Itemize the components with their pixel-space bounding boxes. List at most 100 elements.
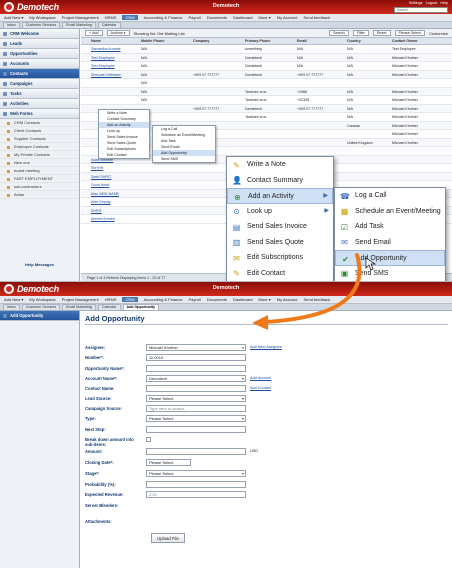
menu-dashboard[interactable]: Dashboard xyxy=(233,297,253,302)
col-owner[interactable]: Contact Owner xyxy=(390,38,440,44)
col-email[interactable]: Email xyxy=(295,38,345,44)
form-input[interactable]: 11 0010 xyxy=(146,354,246,361)
table-row[interactable]: Test Employee N/A Domintech N/A N/A Michael K… xyxy=(81,53,452,62)
menu-hrms[interactable]: HRMS xyxy=(105,15,117,20)
tab-email-marketing[interactable]: Email Marketing xyxy=(62,22,96,28)
menu-add-new[interactable]: Add New ▾ xyxy=(4,15,23,20)
menu-dashboard[interactable]: Dashboard xyxy=(233,15,253,20)
context-menu-item[interactable]: ☎ Log a Call xyxy=(335,188,445,204)
context-menu-item[interactable]: ▤ Send Sales Invoice xyxy=(227,219,333,235)
help-link[interactable]: Help xyxy=(440,1,448,5)
form-input[interactable]: Please Select xyxy=(146,459,191,466)
tab-add-opportunity[interactable]: Add Opportunity xyxy=(122,304,160,310)
col-company[interactable]: Company xyxy=(191,38,243,44)
menu-hrms[interactable]: HRMS xyxy=(105,297,117,302)
sidebar-add-opportunity[interactable]: Add Opportunity xyxy=(0,311,79,321)
table-cell[interactable]: Ahmed Ahmed xyxy=(89,215,139,223)
tab-calendar[interactable]: Calendar xyxy=(97,22,121,28)
menu-documents[interactable]: Documents xyxy=(207,15,227,20)
menu-payroll[interactable]: Payroll xyxy=(188,15,200,20)
row-checkbox[interactable] xyxy=(81,190,89,198)
col-country[interactable]: Country xyxy=(345,38,390,44)
form-select[interactable]: Demotech xyxy=(146,375,246,382)
row-checkbox[interactable] xyxy=(81,198,89,206)
table-cell[interactable] xyxy=(89,96,139,104)
row-checkbox[interactable] xyxy=(81,164,89,172)
menu-more[interactable]: More ▾ xyxy=(259,297,271,302)
row-checkbox[interactable] xyxy=(81,215,89,223)
menu-payroll[interactable]: Payroll xyxy=(188,297,200,302)
tab-customer-services[interactable]: Customer Services xyxy=(21,22,61,28)
sidebar-campaigns[interactable]: Campaigns xyxy=(0,79,79,89)
row-checkbox[interactable] xyxy=(81,147,89,155)
sidebar-item-new-one[interactable]: New one xyxy=(0,159,79,167)
form-input[interactable] xyxy=(146,448,246,455)
tab-calendar[interactable]: Calendar xyxy=(97,304,121,310)
context-menu-item[interactable]: ⊕ Add an Activity ▶ xyxy=(227,188,333,204)
help-messages[interactable]: Help Messages xyxy=(0,262,79,267)
sidebar-tasks[interactable]: Tasks xyxy=(0,89,79,99)
sidebar-crm-welcome[interactable]: CRM Welcome xyxy=(0,29,79,39)
context-menu-item[interactable]: ▦ Schedule an Event/Meeting xyxy=(335,204,445,220)
list-select[interactable]: Please Select xyxy=(394,30,426,36)
menu-crm[interactable]: CRM xyxy=(122,15,138,20)
form-link[interactable]: Add Account xyxy=(250,376,271,380)
row-checkbox[interactable] xyxy=(81,139,89,147)
table-cell[interactable]: Test Employee xyxy=(89,54,139,62)
col-name[interactable]: Name xyxy=(89,38,139,44)
tab-inbox[interactable]: Inbox xyxy=(3,304,20,310)
form-input[interactable] xyxy=(146,481,246,488)
row-checkbox[interactable] xyxy=(81,122,89,130)
form-input[interactable] xyxy=(146,365,246,372)
form-select[interactable]: Please Select xyxy=(146,470,246,477)
reset-button[interactable]: Reset xyxy=(372,30,391,36)
menu-more[interactable]: More ▾ xyxy=(259,15,271,20)
tab-customer-services[interactable]: Customer Services xyxy=(21,304,61,310)
menu-accounting[interactable]: Accounting & Finance xyxy=(144,15,183,20)
row-checkbox[interactable] xyxy=(81,79,89,87)
row-checkbox[interactable] xyxy=(81,62,89,70)
upload-file-button[interactable]: Upload File xyxy=(151,533,185,543)
form-link[interactable]: Add New Assignee xyxy=(250,345,282,349)
logout-link[interactable]: Logout xyxy=(426,1,438,5)
menu-documents[interactable]: Documents xyxy=(207,297,227,302)
context-menu-item[interactable]: ✎ Edit Contact xyxy=(227,266,333,282)
sidebar-item-fast-employment[interactable]: FAST EMPLOYMENT xyxy=(0,175,79,183)
row-checkbox[interactable] xyxy=(81,173,89,181)
row-checkbox[interactable] xyxy=(81,88,89,96)
menu-accounting[interactable]: Accounting & Finance xyxy=(144,297,183,302)
table-cell[interactable]: Alan NEW NAME xyxy=(89,190,139,198)
sidebar-item-sub-contractors[interactable]: sub-contractors xyxy=(0,183,79,191)
form-link[interactable]: Add Contact xyxy=(250,386,271,390)
table-cell[interactable]: Test Employee xyxy=(89,62,139,70)
table-cell[interactable]: Samantha Annette xyxy=(89,45,139,53)
menu-my-workspace[interactable]: My Workspace xyxy=(29,297,55,302)
tab-email-marketing[interactable]: Email Marketing xyxy=(62,304,96,310)
table-cell[interactable]: Sadd SHRIT xyxy=(89,173,139,181)
table-row[interactable]: N/A Tanshee crux +2566 N/A Michael Khofner xyxy=(81,87,452,96)
global-search-input[interactable]: Search xyxy=(394,7,448,13)
table-row[interactable]: N/A xyxy=(81,79,452,88)
actions-button[interactable]: Actions ▾ xyxy=(106,30,130,36)
form-select[interactable]: Please Select xyxy=(146,415,246,422)
sidebar-item-aidan[interactable]: Aidan xyxy=(0,191,79,199)
row-checkbox[interactable] xyxy=(81,71,89,79)
row-checkbox[interactable] xyxy=(81,130,89,138)
row-checkbox[interactable] xyxy=(81,156,89,164)
menu-project-management[interactable]: Project Management xyxy=(62,15,99,20)
sidebar-accounts[interactable]: Accounts xyxy=(0,59,79,69)
menu-item[interactable]: Edit Contact xyxy=(99,152,149,158)
menu-my-workspace[interactable]: My Workspace xyxy=(29,15,55,20)
table-cell[interactable]: SHRIT xyxy=(89,207,139,215)
sidebar-contacts[interactable]: Contacts xyxy=(0,69,79,79)
sidebar-item-employee-contacts[interactable]: Employee Contacts xyxy=(0,143,79,151)
context-menu-item[interactable]: ✎ Write a Note xyxy=(227,157,333,173)
search-button[interactable]: Search xyxy=(329,30,349,36)
form-input[interactable] xyxy=(146,426,246,433)
table-row[interactable]: N/A Tanshee crux +22345 N/A Michael Khofner xyxy=(81,96,452,105)
sidebar-leads[interactable]: Leads xyxy=(0,39,79,49)
menu-send-feedback[interactable]: Send feedback xyxy=(303,297,330,302)
context-menu-item[interactable]: ✉ Edit Subscriptions xyxy=(227,250,333,266)
menu-crm[interactable]: CRM xyxy=(122,297,138,302)
col-primary-phone[interactable]: Primary Phone xyxy=(243,38,295,44)
